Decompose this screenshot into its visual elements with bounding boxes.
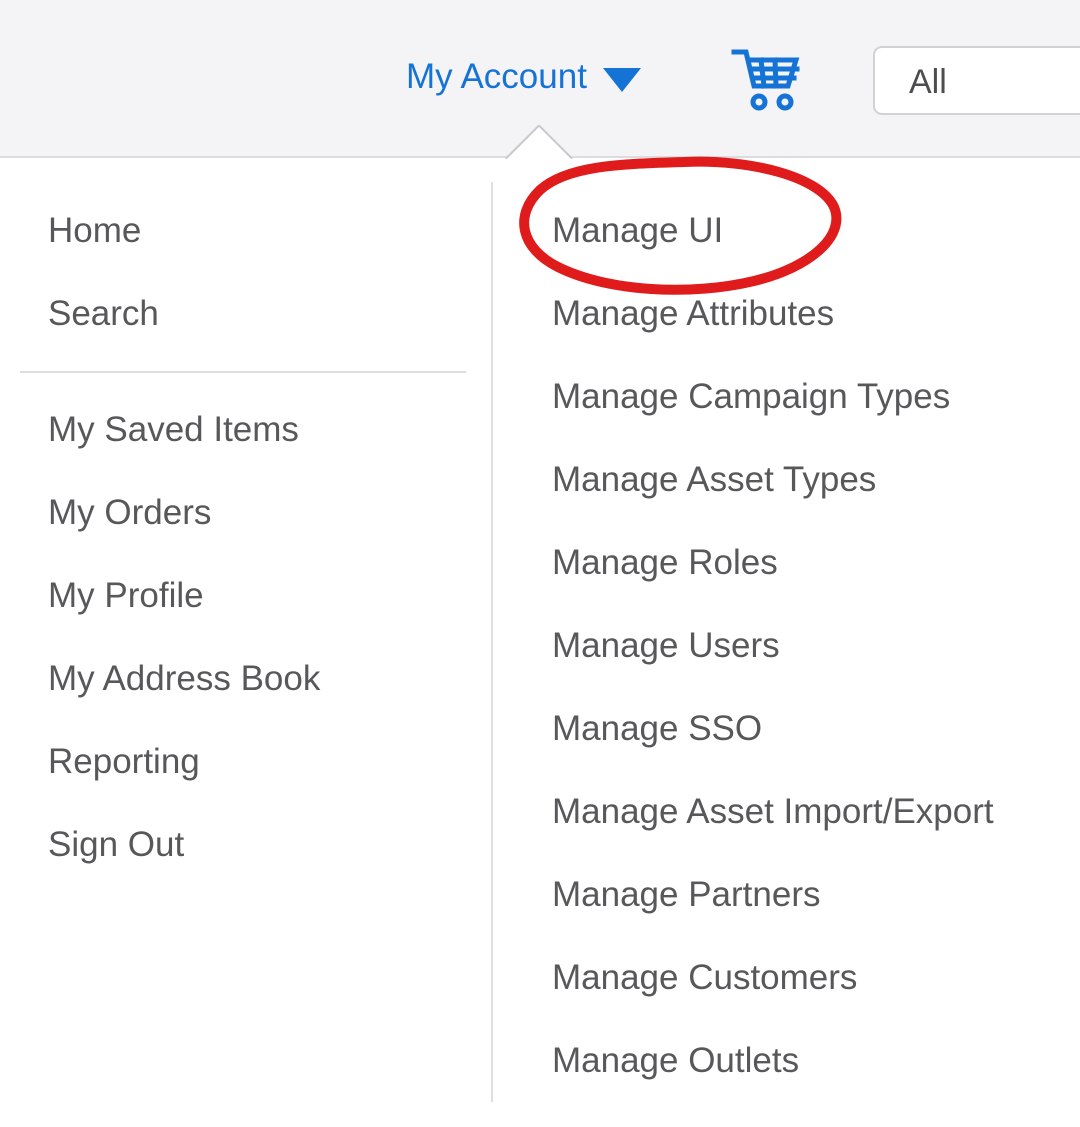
my-account-dropdown-panel: Home Search My Saved Items My Orders My … [0, 158, 1080, 1127]
menu-item-my-profile[interactable]: My Profile [48, 575, 204, 617]
my-account-label: My Account [406, 57, 587, 96]
dropdown-right-column: Manage UI Manage Attributes Manage Campa… [494, 158, 1080, 1127]
menu-item-manage-campaign-types[interactable]: Manage Campaign Types [552, 376, 950, 418]
chevron-down-icon [602, 67, 641, 92]
menu-item-manage-sso[interactable]: Manage SSO [552, 708, 762, 750]
menu-item-my-saved-items[interactable]: My Saved Items [48, 409, 299, 451]
menu-item-manage-users[interactable]: Manage Users [552, 625, 780, 667]
shopping-cart-button[interactable] [731, 47, 805, 113]
search-scope-value: All [909, 63, 947, 101]
left-section-divider [20, 371, 466, 373]
my-account-menu-trigger[interactable]: My Account [406, 56, 641, 98]
menu-item-my-orders[interactable]: My Orders [48, 492, 211, 534]
menu-item-manage-ui[interactable]: Manage UI [552, 210, 723, 252]
menu-item-my-address-book[interactable]: My Address Book [48, 658, 320, 700]
shopping-cart-icon [731, 49, 800, 111]
menu-item-reporting[interactable]: Reporting [48, 741, 200, 783]
menu-item-manage-asset-types[interactable]: Manage Asset Types [552, 459, 876, 501]
dropdown-caret-notch [505, 125, 573, 159]
menu-item-manage-partners[interactable]: Manage Partners [552, 874, 820, 916]
menu-item-manage-roles[interactable]: Manage Roles [552, 542, 778, 584]
menu-item-home[interactable]: Home [48, 210, 141, 252]
menu-item-sign-out[interactable]: Sign Out [48, 824, 184, 866]
search-scope-input[interactable]: All [873, 46, 1080, 115]
menu-item-manage-asset-import-export[interactable]: Manage Asset Import/Export [552, 791, 994, 833]
menu-item-manage-outlets[interactable]: Manage Outlets [552, 1040, 799, 1082]
menu-item-manage-customers[interactable]: Manage Customers [552, 957, 857, 999]
menu-item-manage-attributes[interactable]: Manage Attributes [552, 293, 834, 335]
dropdown-left-column: Home Search My Saved Items My Orders My … [0, 158, 492, 1127]
menu-item-search[interactable]: Search [48, 293, 159, 335]
